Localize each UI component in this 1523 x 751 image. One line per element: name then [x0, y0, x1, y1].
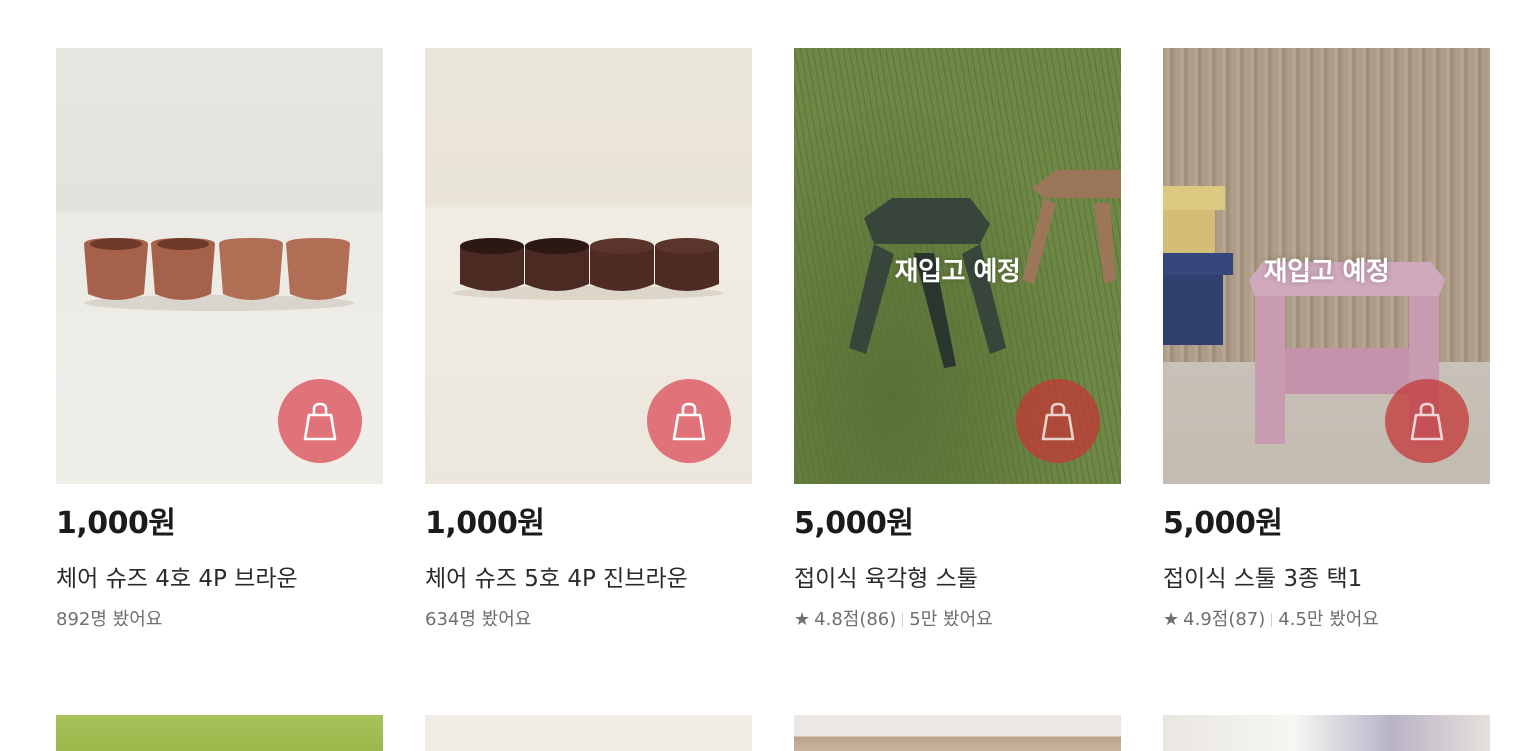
product-price: 5,000원 [1163, 506, 1283, 541]
product-image[interactable]: 재입고 예정 [794, 48, 1121, 484]
product-image[interactable] [794, 715, 1121, 751]
shopping-bag-icon [303, 402, 337, 441]
divider [902, 613, 904, 627]
view-count: 4.5만 봤어요 [1278, 609, 1379, 630]
add-to-cart-button[interactable] [1016, 379, 1100, 463]
restock-label: 재입고 예정 [1263, 257, 1390, 287]
product-card[interactable]: 1,000원 체어 슈즈 4호 4P 브라운 892명 봤어요 [56, 48, 383, 632]
product-image[interactable]: 재입고 예정 [1163, 48, 1490, 484]
product-name[interactable]: 체어 슈즈 4호 4P 브라운 [56, 564, 383, 594]
product-name[interactable]: 접이식 스툴 3종 택1 [1163, 564, 1490, 594]
product-price: 5,000원 [794, 506, 914, 541]
product-card[interactable]: 재입고 예정 5,000원 접이식 육각형 스툴 ★ 4.8점(86) 5만 봤… [794, 48, 1121, 632]
view-count: 892명 봤어요 [56, 609, 163, 630]
product-image[interactable] [425, 715, 752, 751]
product-card[interactable]: 재입고 예정 5,000원 접이식 스툴 3종 택1 ★ 4.9점(87) 4.… [1163, 48, 1490, 632]
divider [1271, 613, 1273, 627]
rating: 4.8점(86) [814, 609, 897, 630]
add-to-cart-button[interactable] [647, 379, 731, 463]
shopping-bag-icon [672, 402, 706, 441]
add-to-cart-button[interactable] [278, 379, 362, 463]
restock-label: 재입고 예정 [894, 257, 1021, 287]
product-meta: ★ 4.9점(87) 4.5만 봤어요 [1163, 608, 1490, 632]
product-image[interactable] [56, 715, 383, 751]
shopping-bag-icon [1410, 402, 1444, 441]
add-to-cart-button[interactable] [1385, 379, 1469, 463]
product-meta: 892명 봤어요 [56, 608, 383, 632]
product-image[interactable] [425, 48, 752, 484]
product-image[interactable] [56, 48, 383, 484]
product-meta: 634명 봤어요 [425, 608, 752, 632]
product-meta: ★ 4.8점(86) 5만 봤어요 [794, 608, 1121, 632]
product-price: 1,000원 [56, 506, 176, 541]
product-card[interactable]: 1,000원 체어 슈즈 5호 4P 진브라운 634명 봤어요 [425, 48, 752, 632]
shopping-bag-icon [1041, 402, 1075, 441]
rating: 4.9점(87) [1183, 609, 1266, 630]
star-icon: ★ [794, 609, 811, 630]
star-icon: ★ [1163, 609, 1180, 630]
product-price: 1,000원 [425, 506, 545, 541]
view-count: 634명 봤어요 [425, 609, 532, 630]
product-image[interactable] [1163, 715, 1490, 751]
product-name[interactable]: 접이식 육각형 스툴 [794, 564, 1121, 594]
view-count: 5만 봤어요 [909, 609, 993, 630]
product-name[interactable]: 체어 슈즈 5호 4P 진브라운 [425, 564, 752, 594]
